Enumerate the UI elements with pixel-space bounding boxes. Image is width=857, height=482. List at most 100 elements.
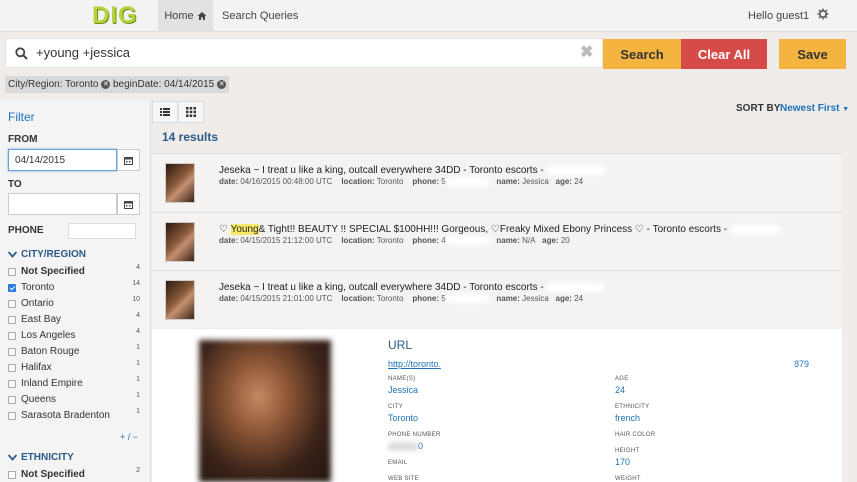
title-text: & Tight!! BEAUTY !! SPECIAL $100HH!!! Go…	[258, 224, 730, 235]
detail-field-label: WEB SITE	[388, 476, 420, 482]
results-count: 14 results	[162, 130, 219, 144]
facet-city-los-angeles[interactable]: Los Angeles 4	[8, 328, 142, 344]
location-value: Toronto	[376, 294, 404, 303]
facet-city-ontario[interactable]: Ontario 10	[8, 296, 142, 312]
result-thumbnail[interactable]	[165, 280, 195, 320]
checkbox[interactable]	[8, 396, 16, 404]
name-value: Jessica	[522, 177, 549, 186]
facet-city-inland-empire[interactable]: Inland Empire 1	[8, 376, 142, 392]
checkbox[interactable]	[8, 380, 16, 388]
filter-title: Filter	[8, 110, 35, 124]
date-label: date:	[219, 177, 239, 186]
from-calendar-button[interactable]	[117, 149, 140, 171]
detail-field-label: ETHNICITY	[615, 404, 650, 410]
phone-input[interactable]	[68, 223, 136, 239]
title-text: Jeseka ~ I treat u like a king, outcall …	[219, 282, 547, 293]
result-row[interactable]: Jeseka ~ I treat u like a king, outcall …	[152, 270, 842, 328]
result-url-tail[interactable]: 879	[752, 359, 809, 370]
chevron-down-icon	[8, 251, 17, 258]
expand-collapse-link[interactable]: + / −	[120, 432, 138, 442]
name-label: name:	[496, 294, 520, 303]
checkbox[interactable]	[8, 348, 16, 356]
ethnicity-title: ETHNICITY	[21, 452, 74, 463]
search-icon	[15, 47, 28, 60]
detail-field-value: 170	[615, 457, 631, 467]
checkbox[interactable]	[8, 300, 16, 308]
result-url-link[interactable]: http://toronto.	[388, 359, 462, 370]
facet-ethnicity-not-specified[interactable]: Not Specified 2	[8, 467, 142, 482]
filter-chip-label: City/Region: Toronto	[8, 79, 99, 90]
to-label: TO	[8, 179, 22, 190]
filter-sidebar: Filter FROM TO PHONE CITY/REGION Not Spe…	[0, 101, 151, 482]
nav-home-tab[interactable]: Home	[158, 0, 213, 32]
detail-field-value: french	[615, 413, 641, 423]
facet-name: Los Angeles	[21, 330, 76, 341]
facet-name: East Bay	[21, 314, 62, 325]
checkbox[interactable]	[8, 316, 16, 324]
dig-logo[interactable]: DIG	[92, 2, 144, 30]
detail-field-label: CITY	[388, 404, 403, 410]
detail-field-label: WEIGHT	[615, 476, 641, 482]
filter-chip-city[interactable]: City/Region: Toronto ✕	[5, 76, 114, 93]
location-value: Toronto	[376, 236, 404, 245]
clear-query-icon[interactable]: ✖	[580, 45, 594, 61]
age-label: age:	[555, 177, 572, 186]
facet-name: Baton Rouge	[21, 346, 80, 357]
facet-city-baton-rouge[interactable]: Baton Rouge 1	[8, 344, 142, 360]
result-title[interactable]: Jeseka ~ I treat u like a king, outcall …	[219, 282, 605, 293]
checkbox[interactable]	[8, 471, 16, 479]
facet-count: 4	[136, 328, 140, 335]
list-view-button[interactable]	[152, 101, 178, 123]
result-row[interactable]: ♡ Young& Tight!! BEAUTY !! SPECIAL $100H…	[152, 212, 842, 270]
calendar-icon	[124, 200, 133, 209]
gear-icon[interactable]	[817, 8, 829, 20]
search-button[interactable]: Search	[603, 39, 681, 69]
result-thumbnail[interactable]	[165, 163, 195, 203]
checkbox[interactable]	[8, 412, 16, 420]
list-view-icon	[160, 108, 170, 116]
filter-chip-begindate[interactable]: beginDate: 04/14/2015 ✕	[110, 76, 230, 93]
checkbox[interactable]	[8, 268, 16, 276]
result-main-image[interactable]	[199, 340, 331, 482]
phone-label: phone:	[412, 177, 439, 186]
detail-field-label: NAME(S)	[388, 376, 416, 382]
detail-field-value: 24	[615, 385, 626, 395]
detail-field-value: Toronto	[388, 413, 419, 423]
url-heading: URL	[388, 338, 413, 352]
facet-city-halifax[interactable]: Halifax 1	[8, 360, 142, 376]
grid-view-button[interactable]	[178, 101, 204, 123]
save-button[interactable]: Save	[779, 39, 846, 69]
grid-view-icon	[186, 107, 196, 117]
age-value: 24	[574, 177, 584, 186]
facet-name: Halifax	[21, 362, 52, 373]
remove-chip-icon[interactable]: ✕	[217, 80, 227, 89]
user-greeting[interactable]: Hello guest1	[748, 10, 809, 22]
result-title[interactable]: ♡ Young& Tight!! BEAUTY !! SPECIAL $100H…	[219, 224, 780, 235]
facet-name: Inland Empire	[21, 378, 83, 389]
facet-count: 1	[136, 408, 140, 415]
nav-search-queries[interactable]: Search Queries	[222, 10, 298, 22]
facet-city-queens[interactable]: Queens 1	[8, 392, 142, 408]
checkbox[interactable]	[8, 364, 16, 372]
result-meta: date: 04/16/2015 00:48:00 UTC location: …	[219, 177, 584, 187]
checkbox[interactable]	[8, 332, 16, 340]
to-date-input[interactable]	[8, 193, 117, 215]
checkbox[interactable]	[8, 284, 16, 292]
facet-city-not-specified[interactable]: Not Specified 4	[8, 264, 142, 280]
facet-city-toronto[interactable]: Toronto 14	[8, 280, 142, 296]
facet-city-sarasota-bradenton[interactable]: Sarasota Bradenton 1	[8, 408, 142, 424]
result-title[interactable]: Jeseka ~ I treat u like a king, outcall …	[219, 165, 607, 176]
result-row[interactable]: Jeseka ~ I treat u like a king, outcall …	[152, 153, 842, 211]
ethnicity-header[interactable]: ETHNICITY	[8, 452, 74, 463]
facet-city-east-bay[interactable]: East Bay 4	[8, 312, 142, 328]
city-region-header[interactable]: CITY/REGION	[8, 249, 86, 260]
facet-name: Ontario	[21, 298, 54, 309]
age-value: 24	[574, 294, 584, 303]
result-thumbnail[interactable]	[165, 222, 195, 262]
clear-all-button[interactable]: Clear All	[681, 39, 767, 69]
search-input[interactable]	[36, 45, 556, 60]
caret-down-icon: ▼	[842, 106, 850, 113]
from-date-input[interactable]	[8, 149, 117, 171]
sort-dropdown[interactable]: Newest First ▼	[780, 103, 849, 114]
to-calendar-button[interactable]	[117, 193, 140, 215]
